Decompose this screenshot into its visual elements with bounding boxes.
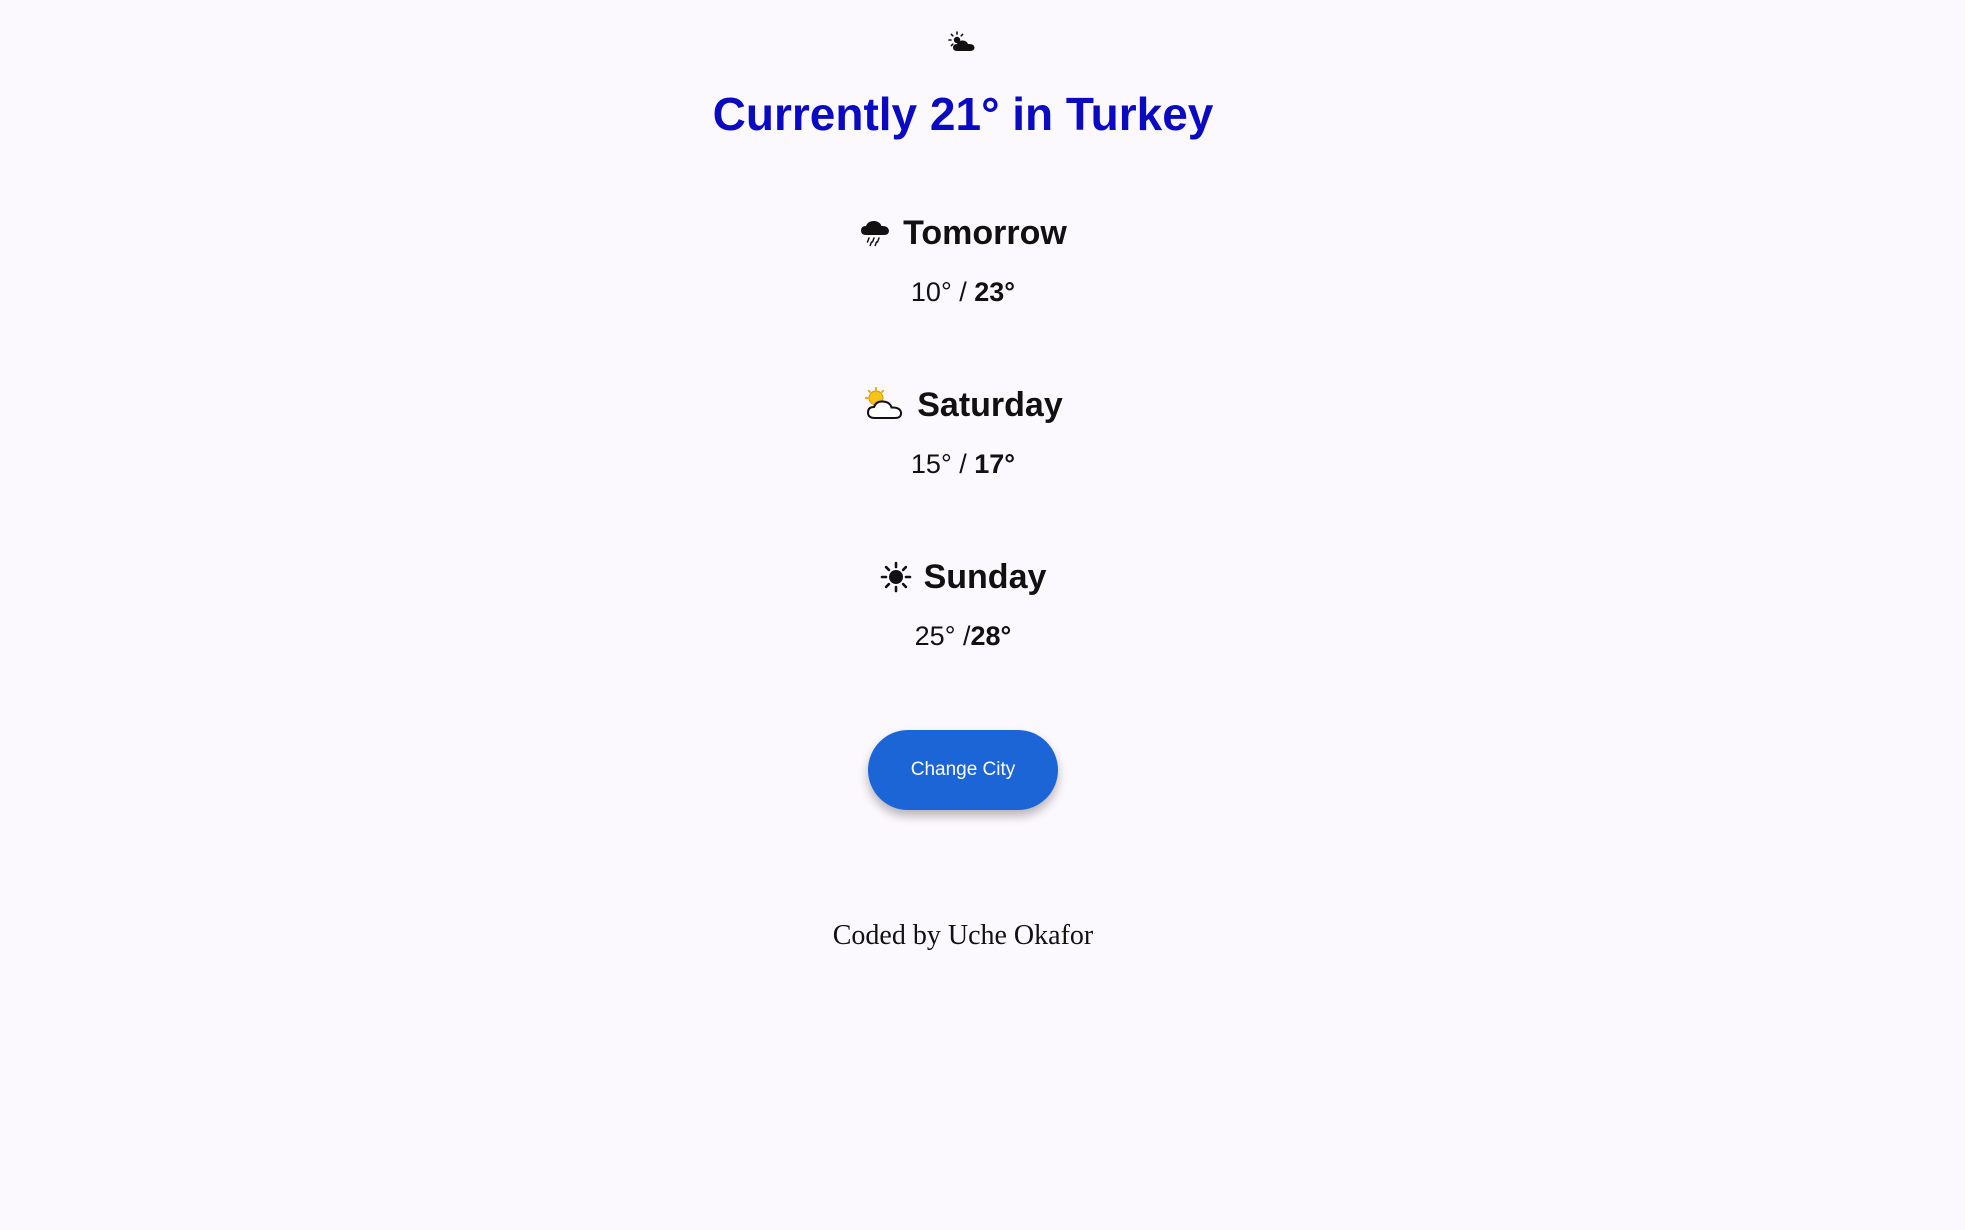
rain-cloud-icon [859, 219, 891, 247]
forecast-day-name: Saturday [917, 386, 1063, 424]
headline-prefix: Currently [712, 88, 930, 140]
forecast-item: Saturday 15° / 17° [0, 382, 1926, 482]
current-temperature: 21° [929, 88, 1000, 140]
forecast-low-temp: 15° / [910, 449, 975, 479]
headline-mid: in [999, 88, 1066, 140]
forecast-high-temp: 23° [974, 277, 1016, 307]
sun-icon [880, 561, 912, 593]
footer-credit: Coded by Uche Okafor [832, 920, 1094, 951]
forecast-day-row: Saturday [0, 382, 1926, 428]
forecast-item: Tomorrow 10° / 23° [0, 210, 1926, 310]
forecast-temperatures: 10° / 23° [0, 274, 1926, 310]
change-city-button-wrap: Change City [0, 730, 1926, 810]
current-weather-icon-wrap [0, 28, 1926, 56]
forecast-low-temp: 10° / [910, 277, 975, 307]
current-location: Turkey [1065, 88, 1214, 140]
page-background: Currently 21° in Turkey Tomorrow 10° / 2… [0, 0, 1965, 1230]
forecast-day-name: Tomorrow [903, 214, 1067, 252]
forecast-high-temp: 28° [970, 621, 1012, 651]
forecast-day-row: Sunday [0, 554, 1926, 600]
forecast-day-name: Sunday [923, 558, 1047, 596]
forecast-temperatures: 15° / 17° [0, 446, 1926, 482]
forecast-item: Sunday 25° /28° [0, 554, 1926, 654]
forecast-temperatures: 25° /28° [0, 618, 1926, 654]
forecast-low-temp: 25° / [914, 621, 971, 651]
change-city-button[interactable]: Change City [868, 730, 1058, 810]
forecast-high-temp: 17° [974, 449, 1016, 479]
sun-behind-cloud-icon [863, 387, 905, 423]
sun-behind-cloud-icon [948, 31, 975, 51]
current-weather-heading: Currently 21° in Turkey [0, 84, 1926, 144]
forecast-day-row: Tomorrow [0, 210, 1926, 256]
